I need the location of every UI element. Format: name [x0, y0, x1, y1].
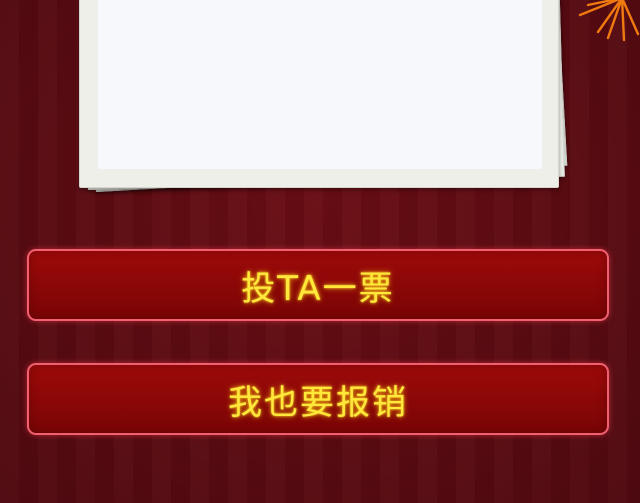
paper-card: [76, 0, 576, 215]
claim-reimbursement-button[interactable]: 我也要报销: [27, 363, 609, 435]
vote-button[interactable]: 投TA一票: [27, 249, 609, 321]
claim-button-label: 我也要报销: [228, 382, 408, 423]
paper-content-area: [98, 0, 542, 169]
paper-sheet-front: [79, 0, 559, 188]
vote-button-label: 投TA一票: [241, 268, 395, 309]
